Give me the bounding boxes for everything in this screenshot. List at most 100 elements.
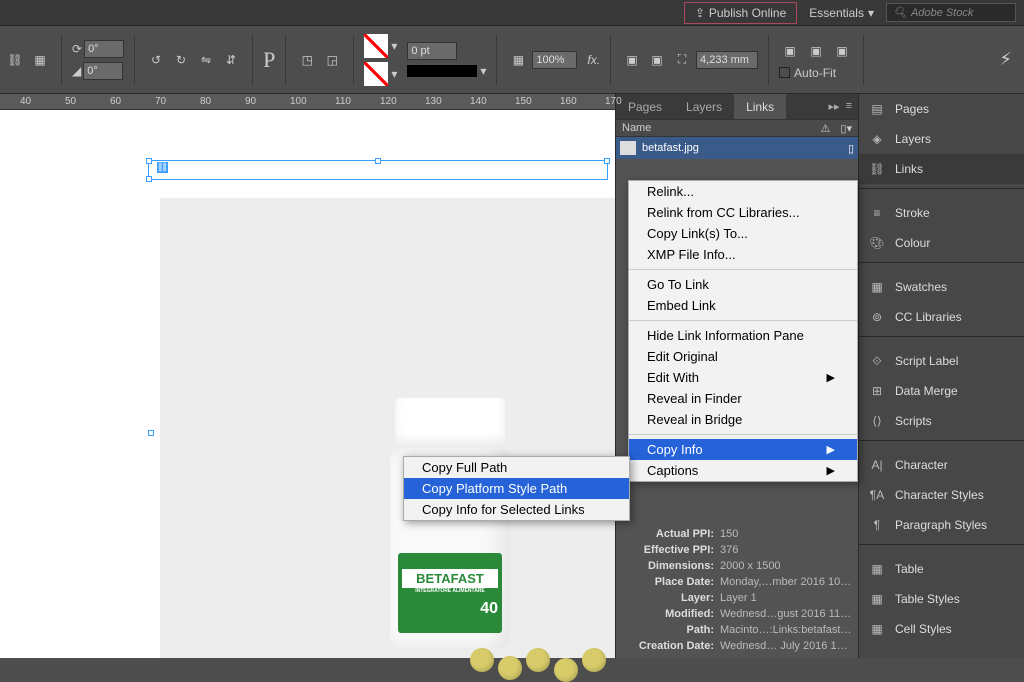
dimension-input[interactable] [696, 51, 758, 69]
right-panel-label: Data Merge [895, 384, 958, 398]
copy-info-submenu[interactable]: Copy Full Path Copy Platform Style Path Co… [403, 456, 630, 521]
info-actual-ppi-label: Actual PPI: [622, 528, 714, 540]
menu-item-copy-info-for-selected-links[interactable]: Copy Info for Selected Links [404, 499, 629, 520]
shear-icon: ◢ [72, 64, 81, 78]
selector-icon[interactable]: ▦ [29, 49, 51, 71]
table-styles-icon: ▦ [869, 591, 885, 607]
chain-icon[interactable]: ⛓︎ [4, 49, 26, 71]
adobe-stock-search[interactable]: 🔍︎ Adobe Stock [886, 3, 1016, 22]
fit-frame-icon[interactable]: ▣ [779, 40, 801, 62]
menu-item-xmp-file-info-[interactable]: XMP File Info... [629, 244, 857, 265]
panel-menu-icon[interactable]: ≡ [846, 100, 852, 113]
menu-item-relink-[interactable]: Relink... [629, 181, 857, 202]
rotate-ccw-icon[interactable]: ↺ [145, 49, 167, 71]
horizontal-ruler: 405060708090100110120130140150160170 [0, 94, 615, 110]
rotate-cw-icon[interactable]: ↻ [170, 49, 192, 71]
fit-content-icon[interactable]: ▣ [805, 40, 827, 62]
tab-pages[interactable]: Pages [616, 94, 674, 119]
right-panel-scripts[interactable]: ⟨⟩Scripts [859, 406, 1024, 436]
links-icon: ⛓︎ [869, 161, 885, 177]
ruler-tick: 170 [605, 96, 622, 107]
right-panel-swatches[interactable]: ▦Swatches [859, 272, 1024, 302]
right-panel-cc-libraries[interactable]: ⊚CC Libraries [859, 302, 1024, 332]
chevron-down-icon[interactable]: ▾ [391, 39, 397, 53]
tab-layers[interactable]: Layers [674, 94, 734, 119]
right-panel-layers[interactable]: ◈Layers [859, 124, 1024, 154]
tab-links[interactable]: Links [734, 94, 786, 119]
page-column-icon[interactable]: ▯▾ [840, 122, 852, 135]
menu-item-captions[interactable]: Captions▶ [629, 460, 857, 481]
menu-item-reveal-in-finder[interactable]: Reveal in Finder [629, 388, 857, 409]
menu-item-label: Copy Full Path [422, 460, 507, 475]
text-wrap-bounding-icon[interactable]: ▣ [646, 49, 668, 71]
shear-input[interactable] [83, 62, 123, 80]
checkbox-icon[interactable] [779, 67, 790, 78]
text-wrap-none-icon[interactable]: ▣ [621, 49, 643, 71]
menu-item-label: Copy Info for Selected Links [422, 502, 585, 517]
selection-frame-outer[interactable]: ⛓︎ [148, 160, 608, 180]
info-place-date-label: Place Date: [622, 576, 714, 588]
menu-item-copy-info[interactable]: Copy Info▶ [629, 439, 857, 460]
rotation-input[interactable] [84, 40, 124, 58]
right-panel-character[interactable]: A|Character [859, 450, 1024, 480]
bottle-sub: INTEGRATORE ALIMENTARE [415, 588, 485, 594]
flip-vertical-icon[interactable]: ⇵ [220, 49, 242, 71]
right-panel-paragraph-styles[interactable]: ¶Paragraph Styles [859, 510, 1024, 540]
publish-online-button[interactable]: ⇪ Publish Online [684, 2, 797, 24]
fill-frame-icon[interactable]: ▣ [831, 40, 853, 62]
menu-item-embed-link[interactable]: Embed Link [629, 295, 857, 316]
right-panel-stroke[interactable]: ≡Stroke [859, 198, 1024, 228]
links-context-menu[interactable]: Relink...Relink from CC Libraries...Copy… [628, 180, 858, 482]
panel-expand-icon[interactable]: ▸▸ [829, 100, 840, 113]
workspace-switcher[interactable]: Essentials ▾ [809, 6, 874, 20]
right-panel-label: Character Styles [895, 488, 984, 502]
flip-horizontal-icon[interactable]: ⇋ [195, 49, 217, 71]
chevron-down-icon[interactable]: ▾ [391, 67, 397, 81]
right-panel-cell-styles[interactable]: ▦Cell Styles [859, 614, 1024, 644]
menu-item-edit-with[interactable]: Edit With▶ [629, 367, 857, 388]
corner-options2-icon[interactable]: ◲ [321, 49, 343, 71]
fx-label[interactable]: fx. [587, 53, 600, 67]
right-panel-data-merge[interactable]: ⊞Data Merge [859, 376, 1024, 406]
right-panel-colour[interactable]: 🎨︎Colour [859, 228, 1024, 258]
link-item-betafast[interactable]: betafast.jpg ▯ [616, 137, 858, 159]
chevron-down-icon[interactable]: ▾ [480, 64, 486, 78]
right-panel-character-styles[interactable]: ¶ACharacter Styles [859, 480, 1024, 510]
corner-options-icon[interactable]: ◳ [296, 49, 318, 71]
menu-item-edit-original[interactable]: Edit Original [629, 346, 857, 367]
right-panel-table-styles[interactable]: ▦Table Styles [859, 584, 1024, 614]
right-panel-script-label[interactable]: ⟐Script Label [859, 346, 1024, 376]
menu-item-relink-from-cc-libraries-[interactable]: Relink from CC Libraries... [629, 202, 857, 223]
right-panel-table[interactable]: ▦Table [859, 554, 1024, 584]
stroke-none-swatch[interactable] [364, 62, 388, 86]
bottle-brand: BETAFAST [402, 569, 498, 588]
menu-item-label: Hide Link Information Pane [647, 328, 804, 343]
opacity-input[interactable] [532, 51, 577, 69]
ruler-tick: 110 [335, 96, 351, 107]
workspace-label: Essentials [809, 6, 864, 20]
canvas[interactable]: BETAFAST INTEGRATORE ALIMENTARE 40 ⛓︎ [0, 110, 615, 658]
stroke-style-swatch[interactable] [407, 65, 477, 77]
menu-item-go-to-link[interactable]: Go To Link [629, 274, 857, 295]
right-panel-pages[interactable]: ▤Pages [859, 94, 1024, 124]
selection-frame-inner[interactable] [148, 430, 160, 442]
paragraph-glyph-icon[interactable]: P [263, 47, 275, 73]
warning-column-icon[interactable]: ⚠︎ [821, 122, 831, 135]
stroke-weight-input[interactable] [407, 42, 457, 60]
ruler-tick: 100 [290, 96, 307, 107]
publish-online-label: Publish Online [709, 6, 786, 20]
menu-item-hide-link-information-pane[interactable]: Hide Link Information Pane [629, 325, 857, 346]
menu-item-reveal-in-bridge[interactable]: Reveal in Bridge [629, 409, 857, 430]
right-panel-links[interactable]: ⛓︎Links [859, 154, 1024, 184]
menu-item-copy-platform-style-path[interactable]: Copy Platform Style Path [404, 478, 629, 499]
right-panel-label: Cell Styles [895, 622, 952, 636]
panel-tabs: Pages Layers Links ▸▸ ≡ [616, 94, 858, 119]
ruler-tick: 140 [470, 96, 487, 107]
link-filename: betafast.jpg [642, 142, 699, 154]
frame-bound-icon[interactable]: ⛶ [671, 49, 693, 71]
scripts-icon: ⟨⟩ [869, 413, 885, 429]
menu-item-copy-full-path[interactable]: Copy Full Path [404, 457, 629, 478]
fill-none-swatch[interactable] [364, 34, 388, 58]
menu-item-copy-link-s-to-[interactable]: Copy Link(s) To... [629, 223, 857, 244]
lightning-icon[interactable]: ⚡︎ [999, 49, 1012, 70]
